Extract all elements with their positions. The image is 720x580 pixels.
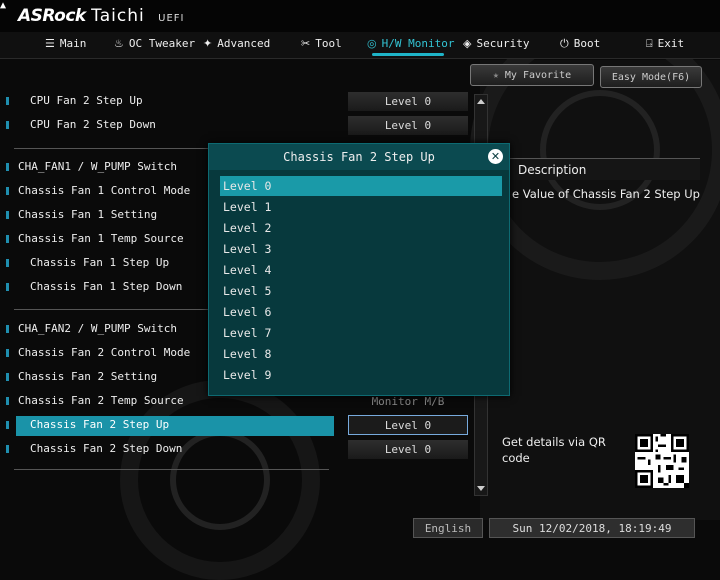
- brand-name: ASRock: [18, 6, 86, 26]
- row-marker: [6, 421, 9, 429]
- tab-label: Advanced: [217, 37, 271, 50]
- setting-label: Chassis Fan 2 Setting: [18, 370, 158, 383]
- date-time-display: Sun 12/02/2018, 18:19:49: [489, 518, 695, 538]
- main-navigation: ☰ Main ♨ OC Tweaker ✦ Advanced ✂ Tool ◎ H/W M…: [0, 32, 720, 59]
- tab-label: Tool: [315, 37, 342, 50]
- description-text: e Value of Chassis Fan 2 Step Up: [512, 187, 700, 201]
- row-marker: [6, 163, 9, 171]
- dialog-title: Chassis Fan 2 Step Up: [209, 144, 509, 170]
- setting-value-selected[interactable]: Level 0: [348, 415, 468, 435]
- row-marker: [6, 211, 9, 219]
- tab-label: Exit: [657, 37, 685, 50]
- scroll-up-icon[interactable]: [477, 99, 485, 104]
- tab-oc-tweaker[interactable]: ♨ OC Tweaker: [114, 32, 195, 56]
- tab-security[interactable]: ◈ Security: [463, 32, 529, 56]
- brand-model: Taichi: [91, 6, 145, 26]
- description-header: Description: [504, 158, 700, 180]
- row-marker: [6, 259, 9, 267]
- tab-label: Main: [59, 37, 87, 50]
- star-icon: ★: [492, 70, 499, 81]
- flame-icon: ♨: [114, 37, 124, 50]
- row-marker: [6, 325, 9, 333]
- row-marker: [6, 445, 9, 453]
- setting-value[interactable]: Level 0: [348, 440, 468, 459]
- tab-main[interactable]: ☰ Main: [45, 32, 86, 56]
- star-icon: ✦: [203, 37, 213, 50]
- option-item[interactable]: Level 7: [220, 323, 502, 343]
- row-marker: [6, 349, 9, 357]
- row-marker: [6, 187, 9, 195]
- option-item[interactable]: Level 4: [220, 260, 502, 280]
- setting-label: Chassis Fan 1 Temp Source: [18, 232, 184, 245]
- row-marker: [6, 283, 9, 291]
- setting-value[interactable]: Level 0: [348, 116, 468, 135]
- qr-label: Get details via QR code: [502, 435, 606, 465]
- setting-label: Chassis Fan 1 Control Mode: [18, 184, 191, 197]
- setting-label: Chassis Fan 2 Step Down: [30, 442, 183, 455]
- close-icon[interactable]: ✕: [488, 149, 503, 164]
- tab-label: OC Tweaker: [128, 37, 196, 50]
- option-item[interactable]: Level 5: [220, 281, 502, 301]
- firmware-label: UEFI: [158, 13, 185, 24]
- language-button[interactable]: English: [413, 518, 483, 538]
- gear-decoration: [170, 430, 270, 530]
- option-select-dialog: Chassis Fan 2 Step Up ✕ Level 0 Level 1 …: [208, 143, 510, 396]
- setting-label: CHA_FAN1 / W_PUMP Switch: [18, 160, 177, 173]
- option-item-selected[interactable]: Level 0: [220, 176, 502, 196]
- scroll-down-icon[interactable]: [477, 486, 485, 491]
- row-marker: [6, 373, 9, 381]
- setting-label: Chassis Fan 1 Step Up: [30, 256, 170, 269]
- setting-label: Chassis Fan 1 Setting: [18, 208, 158, 221]
- row-marker: [6, 235, 9, 243]
- option-item[interactable]: Level 2: [220, 218, 502, 238]
- easy-mode-button[interactable]: Easy Mode(F6): [600, 66, 702, 88]
- option-item[interactable]: Level 8: [220, 344, 502, 364]
- option-item[interactable]: Level 9: [220, 365, 502, 385]
- shield-icon: ◈: [463, 37, 472, 50]
- row-marker: [6, 121, 9, 129]
- tab-boot[interactable]: ⏻ Boot: [560, 32, 600, 56]
- favorite-label: My Favorite: [504, 70, 572, 81]
- row-marker: [6, 397, 9, 405]
- tab-tool[interactable]: ✂ Tool: [301, 32, 342, 56]
- setting-label: CPU Fan 2 Step Up: [30, 94, 143, 107]
- exit-icon: ⍈: [646, 37, 653, 50]
- divider: [14, 469, 329, 470]
- setting-label: Chassis Fan 2 Control Mode: [18, 346, 191, 359]
- setting-label: Chassis Fan 2 Step Up: [30, 418, 170, 431]
- mouse-cursor-icon: ▲: [0, 0, 7, 11]
- option-item[interactable]: Level 1: [220, 197, 502, 217]
- monitor-icon: ◎: [367, 37, 377, 50]
- tab-advanced[interactable]: ✦ Advanced: [203, 32, 270, 56]
- option-item[interactable]: Level 3: [220, 239, 502, 259]
- active-tab-indicator: [372, 53, 444, 56]
- tools-icon: ✂: [301, 37, 311, 50]
- setting-value[interactable]: Level 0: [348, 92, 468, 111]
- qr-code-icon: [635, 434, 689, 488]
- tab-label: H/W Monitor: [381, 37, 455, 50]
- power-icon: ⏻: [560, 37, 569, 50]
- easy-mode-label: Easy Mode(F6): [611, 72, 691, 83]
- brand-logo: ASRock Taichi UEFI: [18, 6, 184, 26]
- tab-label: Boot: [573, 37, 601, 50]
- my-favorite-button[interactable]: ★ My Favorite: [470, 64, 594, 86]
- setting-label: CHA_FAN2 / W_PUMP Switch: [18, 322, 177, 335]
- option-item[interactable]: Level 6: [220, 302, 502, 322]
- setting-label: Chassis Fan 1 Step Down: [30, 280, 183, 293]
- setting-label: CPU Fan 2 Step Down: [30, 118, 156, 131]
- tab-label: Security: [476, 37, 530, 50]
- row-marker: [6, 97, 9, 105]
- tab-exit[interactable]: ⍈ Exit: [646, 32, 684, 56]
- setting-label: Chassis Fan 2 Temp Source: [18, 394, 184, 407]
- list-icon: ☰: [45, 37, 55, 50]
